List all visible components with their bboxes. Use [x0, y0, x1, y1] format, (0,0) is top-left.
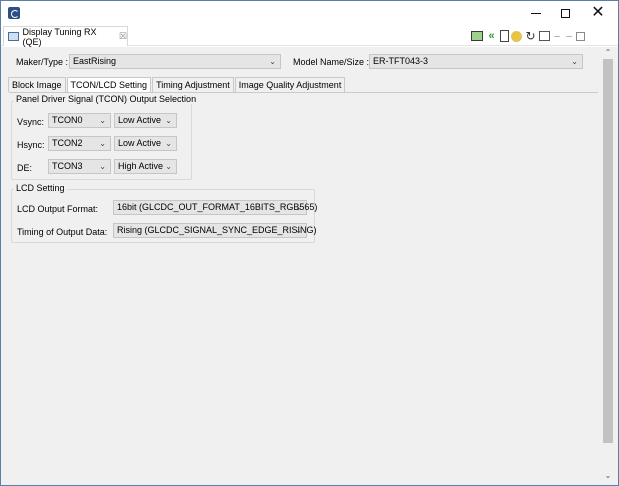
hsync-tcon-combo[interactable]: TCON2 ⌄ — [48, 136, 111, 151]
back-arrows-icon[interactable]: « — [485, 30, 498, 43]
hsync-polarity-combo[interactable]: Low Active ⌄ — [114, 136, 177, 151]
chevron-down-icon: ⌄ — [295, 226, 302, 235]
lcd-output-format-combo[interactable]: 16bit (GLCDC_OUT_FORMAT_16BITS_RGB565) ⌄ — [113, 200, 317, 215]
chevron-down-icon: ⌄ — [571, 57, 578, 66]
view-toolbar: « ↻ – – — [471, 28, 587, 44]
chevron-down-icon: ⌄ — [99, 162, 106, 171]
vsync-label: Vsync: — [17, 117, 45, 127]
monitor-icon[interactable] — [471, 31, 483, 41]
de-tcon-combo[interactable]: TCON3 ⌄ — [48, 159, 111, 174]
vsync-polarity-combo[interactable]: Low Active ⌄ — [114, 113, 177, 128]
chevron-down-icon: ⌄ — [295, 203, 302, 212]
de-polarity-combo[interactable]: High Active ⌄ — [114, 159, 177, 174]
hsync-tcon-value: TCON2 — [52, 138, 83, 148]
refresh-icon[interactable]: ↻ — [524, 29, 537, 43]
chevron-down-icon: ⌄ — [269, 57, 276, 66]
view-content: Maker/Type : EastRising ⌄ Model Name/Siz… — [1, 47, 618, 485]
scroll-down-icon[interactable]: ⌄ — [603, 471, 613, 480]
scroll-up-icon[interactable]: ⌃ — [603, 48, 613, 57]
view-close-icon[interactable]: ☒ — [119, 31, 127, 42]
lcd-group-title: LCD Setting — [14, 183, 67, 193]
de-label: DE: — [17, 163, 33, 173]
maker-type-combo[interactable]: EastRising ⌄ — [69, 54, 281, 69]
model-name-value: ER-TFT043-3 — [373, 56, 429, 66]
chevron-down-icon: ⌄ — [165, 116, 172, 125]
close-button[interactable]: ✕ — [583, 1, 613, 25]
app-window: ✕ Display Tuning RX (QE) ☒ « ↻ – – Maker… — [0, 0, 619, 486]
tab-timing-adjustment[interactable]: Timing Adjustment — [152, 77, 234, 92]
tab-block-image[interactable]: Block Image — [8, 77, 66, 92]
maker-type-label: Maker/Type : — [16, 57, 69, 67]
tab-strip: Block Image TCON/LCD Setting Timing Adju… — [8, 77, 346, 93]
hsync-polarity-value: Low Active — [118, 138, 162, 148]
frame-icon[interactable] — [539, 31, 550, 41]
view-tab-display-tuning[interactable]: Display Tuning RX (QE) ☒ — [3, 26, 128, 47]
document-icon[interactable] — [500, 30, 509, 42]
view-minimize-icon[interactable]: – — [564, 30, 574, 43]
chevron-down-icon: ⌄ — [99, 116, 106, 125]
tab-panel-tcon-lcd: Panel Driver Signal (TCON) Output Select… — [9, 92, 598, 480]
config-icon[interactable] — [511, 30, 522, 42]
vsync-tcon-value: TCON0 — [52, 115, 83, 125]
eclipse-app-icon — [8, 7, 20, 19]
output-timing-combo[interactable]: Rising (GLCDC_SIGNAL_SYNC_EDGE_RISING) ⌄ — [113, 223, 317, 238]
title-bar: ✕ — [1, 1, 618, 25]
model-name-combo[interactable]: ER-TFT043-3 ⌄ — [369, 54, 583, 69]
model-name-label: Model Name/Size : — [293, 57, 370, 67]
maximize-button[interactable] — [550, 1, 580, 25]
vsync-polarity-value: Low Active — [118, 115, 162, 125]
view-menu-dash-icon[interactable]: – — [552, 30, 562, 43]
minimize-icon — [531, 13, 541, 14]
de-tcon-value: TCON3 — [52, 161, 83, 171]
scrollbar-thumb[interactable] — [603, 59, 613, 443]
chevron-down-icon: ⌄ — [165, 139, 172, 148]
hsync-label: Hsync: — [17, 140, 45, 150]
tab-tcon-lcd-setting[interactable]: TCON/LCD Setting — [66, 77, 152, 93]
maximize-icon — [560, 8, 570, 18]
tab-image-quality-adjustment[interactable]: Image Quality Adjustment — [234, 77, 346, 92]
vertical-scrollbar[interactable]: ⌃ ⌄ — [601, 47, 615, 481]
output-timing-label: Timing of Output Data: — [17, 227, 108, 237]
view-tab-title: Display Tuning RX (QE) — [22, 26, 97, 47]
maker-type-value: EastRising — [73, 56, 117, 66]
close-icon: ✕ — [591, 4, 605, 21]
minimize-button[interactable] — [521, 1, 551, 25]
lcd-output-format-label: LCD Output Format: — [17, 204, 99, 214]
tcon-group-title: Panel Driver Signal (TCON) Output Select… — [14, 94, 199, 104]
output-timing-value: Rising (GLCDC_SIGNAL_SYNC_EDGE_RISING) — [117, 225, 317, 235]
chevron-down-icon: ⌄ — [99, 139, 106, 148]
lcd-output-format-value: 16bit (GLCDC_OUT_FORMAT_16BITS_RGB565) — [117, 202, 318, 212]
de-polarity-value: High Active — [118, 161, 164, 171]
vsync-tcon-combo[interactable]: TCON0 ⌄ — [48, 113, 111, 128]
display-view-icon — [8, 32, 19, 41]
view-tab-bar: Display Tuning RX (QE) ☒ « ↻ – – — [1, 25, 618, 47]
chevron-down-icon: ⌄ — [165, 162, 172, 171]
view-maximize-icon[interactable] — [576, 31, 585, 41]
